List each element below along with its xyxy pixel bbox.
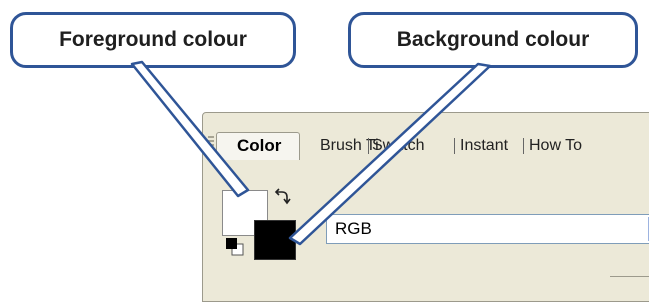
color-mode-select[interactable]: RGB <box>326 214 649 244</box>
tab-color-label: Color <box>237 136 282 155</box>
tab-separator <box>368 138 369 154</box>
tab-howto-label: How To <box>529 137 583 154</box>
panel-tab-strip: Color Brush Ti Swatch Instant How To <box>216 130 649 160</box>
background-color-swatch[interactable] <box>254 220 296 260</box>
swap-colors-icon[interactable] <box>272 188 292 208</box>
tab-how-to[interactable]: How To <box>529 134 582 158</box>
foreground-colour-callout: Foreground colour <box>10 12 296 68</box>
tab-separator <box>454 138 455 154</box>
foreground-colour-label: Foreground colour <box>59 28 247 51</box>
tab-separator <box>523 138 524 154</box>
default-colors-icon[interactable] <box>224 236 244 256</box>
background-colour-label: Background colour <box>396 28 590 51</box>
tab-brush-tips[interactable]: Brush Ti <box>320 134 379 158</box>
tab-swatch-label: Swatch <box>372 137 425 154</box>
tab-instant-label: Instant <box>460 137 509 154</box>
tab-instant[interactable]: Instant <box>460 134 508 158</box>
tab-swatches[interactable]: Swatch <box>372 134 424 158</box>
background-colour-callout: Background colour <box>348 12 638 68</box>
tab-brush-label: Brush Ti <box>320 137 379 154</box>
panel-grip-icon[interactable] <box>208 136 214 158</box>
tab-color[interactable]: Color <box>216 132 300 160</box>
color-mode-value: RGB <box>335 219 372 238</box>
